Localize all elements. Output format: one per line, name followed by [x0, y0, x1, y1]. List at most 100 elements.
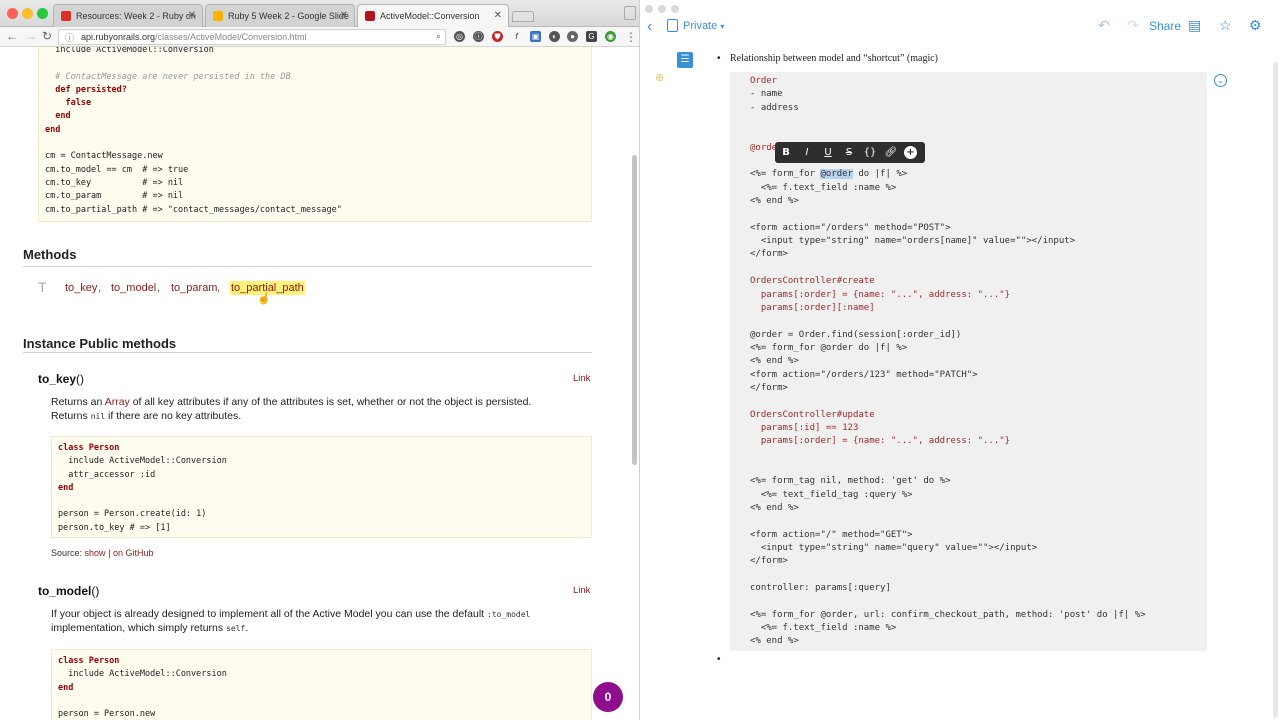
empty-bullet[interactable]: •	[717, 654, 721, 665]
code-line: params[:order][:name]	[750, 302, 875, 313]
text: of all key attributes if any of the attr…	[129, 396, 532, 408]
notification-badge[interactable]: 0	[593, 682, 623, 712]
permalink-to-model[interactable]: Link	[573, 585, 590, 596]
minimize-window-button[interactable]	[22, 8, 33, 19]
extension-icon[interactable]: ⓘ	[473, 31, 484, 42]
window-dot[interactable]	[645, 5, 653, 13]
to-key-code-block: class Person include ActiveModel::Conver…	[51, 436, 592, 538]
github-link[interactable]: on GitHub	[113, 548, 154, 558]
code-line: OrdersController#create	[750, 276, 875, 287]
tab-label: ActiveModel::Conversion	[380, 11, 480, 21]
method-name: to_key	[38, 372, 77, 386]
bullet-marker: •	[717, 53, 721, 64]
method-parens: ()	[76, 372, 85, 386]
notes-scrollbar[interactable]	[1273, 62, 1278, 718]
underline-button[interactable]: U	[820, 145, 836, 160]
tab-activemodel-conversion[interactable]: ActiveModel::Conversion ✕	[357, 4, 509, 27]
close-window-button[interactable]	[7, 8, 18, 19]
close-tab-icon[interactable]: ✕	[188, 10, 196, 21]
methods-heading: Methods	[23, 247, 77, 262]
tab-google-slides[interactable]: Ruby 5 Week 2 - Google Slide ✕	[205, 4, 355, 27]
code-line: cm.to_key # => nil	[45, 177, 184, 188]
page-info-icon[interactable]: ⓘ	[65, 31, 74, 44]
collapse-chevron-icon[interactable]: ⌄	[1214, 74, 1227, 87]
window-dot[interactable]	[671, 5, 679, 13]
code-line: <%= form_for @order do |f| %>	[750, 169, 908, 180]
extension-icon[interactable]: ◐	[549, 31, 560, 42]
italic-button[interactable]: I	[799, 145, 815, 160]
share-button[interactable]: Share	[1149, 19, 1181, 33]
new-tab-button[interactable]	[512, 11, 534, 22]
menu-icon[interactable]: ⋮	[625, 30, 637, 44]
extension-icon[interactable]: ◉	[605, 31, 616, 42]
method-link-to-key[interactable]: to_key	[65, 282, 97, 294]
text: Returns	[51, 409, 91, 422]
code-line: cm.to_model == cm # => true	[45, 164, 189, 175]
tab-favicon-icon	[61, 11, 71, 21]
close-tab-icon[interactable]: ✕	[494, 10, 502, 21]
forward-arrow-icon[interactable]: →	[25, 29, 37, 43]
extension-icon[interactable]: ▣	[530, 31, 541, 42]
source-links: Source: show | on GitHub	[51, 548, 153, 558]
search-icon[interactable]: ⌕	[436, 31, 441, 42]
maximize-window-button[interactable]	[37, 8, 48, 19]
text: Returns an	[51, 396, 105, 408]
example-code-block: include ActiveModel::Conversion # Contac…	[38, 47, 592, 222]
outline-list-icon[interactable]: ☰	[677, 52, 693, 68]
function-icon[interactable]: f	[511, 31, 522, 42]
undo-icon[interactable]: ↶	[1098, 17, 1110, 34]
bold-button[interactable]: B	[778, 145, 794, 160]
extension-icon[interactable]: G	[586, 31, 597, 42]
show-source-link[interactable]: show	[85, 548, 106, 558]
code-line: params[:id] == 123	[750, 422, 859, 433]
privacy-dropdown[interactable]: Private ▾	[683, 20, 724, 32]
link-icon[interactable]: 🔗︎	[883, 145, 899, 160]
browser-window: Resources: Week 2 - Ruby on ✕ Ruby 5 Wee…	[0, 0, 640, 720]
page-scrollbar[interactable]	[632, 155, 637, 465]
notes-app: ‹ Private ▾ ↶ ↷ Share ▤ ☆ ⚙ ☰ ⊕ • Relati…	[641, 0, 1280, 720]
code-line: end	[58, 682, 74, 693]
extension-icon[interactable]: ◎	[454, 31, 465, 42]
extension-icon[interactable]: ●	[567, 31, 578, 42]
star-icon[interactable]: ☆	[1219, 17, 1232, 34]
code-line: include ActiveModel::Conversion	[58, 669, 227, 680]
browser-toolbar: ← → ↻ ⓘ api.rubyonrails.org/classes/Acti…	[0, 27, 639, 47]
layout-icon[interactable]: ▤	[1188, 17, 1201, 34]
gear-icon[interactable]: ⚙	[1249, 17, 1262, 34]
array-link[interactable]: Array	[105, 396, 130, 408]
chevron-left-icon[interactable]: ‹	[647, 18, 652, 36]
method-link-to-param[interactable]: to_param	[171, 282, 217, 294]
code-line: cm.to_param # => nil	[45, 191, 184, 202]
redo-icon[interactable]: ↷	[1127, 17, 1139, 34]
window-dot[interactable]	[658, 5, 666, 13]
code-line: <% end %>	[750, 356, 799, 367]
code-line: class Person	[58, 656, 120, 666]
hand-cursor-icon: ☝	[257, 293, 271, 305]
add-comment-icon[interactable]: ⊕	[655, 71, 664, 84]
code-line: def persisted?	[45, 84, 127, 95]
tab-resources[interactable]: Resources: Week 2 - Ruby on ✕	[53, 4, 203, 27]
address-bar[interactable]: ⓘ api.rubyonrails.org/classes/ActiveMode…	[58, 29, 446, 45]
method-parens: ()	[91, 584, 100, 598]
notes-toolbar: ‹ Private ▾ ↶ ↷ Share ▤ ☆ ⚙	[641, 0, 1280, 52]
code-line: OrdersController#update	[750, 409, 875, 420]
privacy-label: Private	[683, 20, 718, 32]
profile-icon[interactable]	[624, 6, 636, 20]
url-path: /classes/ActiveModel/Conversion.html	[155, 32, 307, 42]
close-tab-icon[interactable]: ✕	[340, 10, 348, 21]
reload-icon[interactable]: ↻	[42, 29, 52, 43]
code-line: <%= f.text_field :name %>	[750, 182, 897, 193]
strikethrough-button[interactable]: S	[841, 145, 857, 160]
to-key-description: Returns an Array of all key attributes i…	[51, 396, 591, 423]
back-arrow-icon[interactable]: ←	[6, 29, 18, 43]
shield-icon[interactable]: ⛊	[492, 31, 503, 42]
source-label: Source:	[51, 548, 83, 558]
add-icon[interactable]: +	[904, 146, 917, 159]
method-link-to-model[interactable]: to_model	[111, 282, 156, 294]
code-line: <input type="string" name="orders[name]"…	[750, 236, 1076, 247]
bullet-item-text[interactable]: Relationship between model and “shortcut…	[730, 53, 938, 64]
code-line: # ContactMessage are never persisted in …	[45, 71, 291, 82]
code-button[interactable]: {}	[862, 145, 878, 160]
permalink-to-key[interactable]: Link	[573, 373, 590, 384]
code-line: @order = Order.find(session[:order_id])	[750, 329, 962, 340]
